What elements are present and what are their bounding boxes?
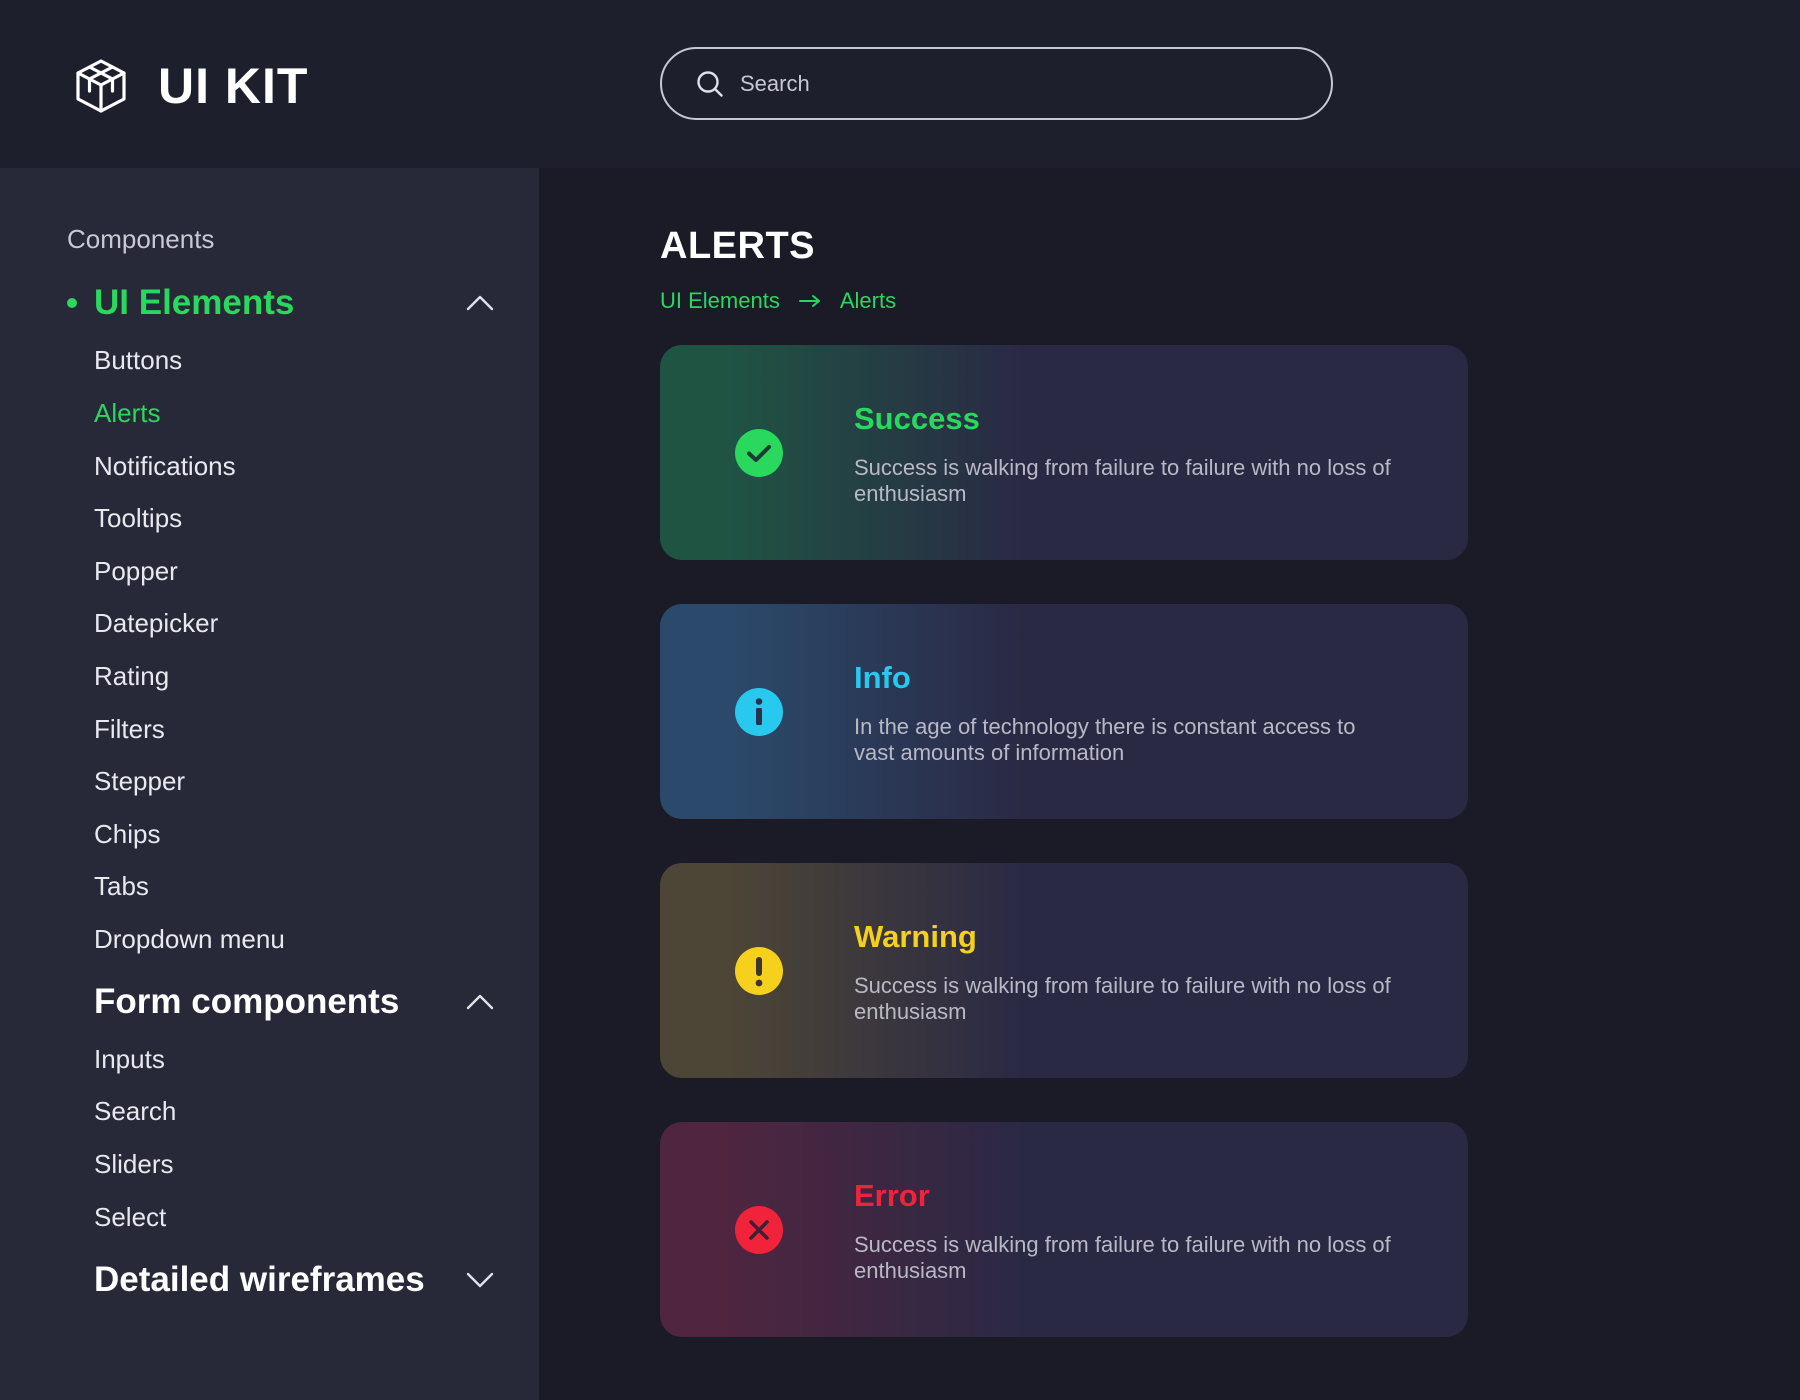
sidebar-item-select[interactable]: Select [94,1199,166,1235]
sidebar-group-detailed-wireframes[interactable]: Detailed wireframes [94,1255,494,1305]
chevron-up-icon[interactable] [466,294,494,312]
alert-info: Info In the age of technology there is c… [660,604,1468,819]
breadcrumb-current-alerts[interactable]: Alerts [840,288,896,314]
sidebar-group-label: Form components [94,982,400,1021]
sidebar-item-dropdown-menu[interactable]: Dropdown menu [94,921,285,957]
logo-text: UI KIT [158,58,309,114]
alert-message: In the age of technology there is consta… [854,714,1356,765]
alert-error: Error Success is walking from failure to… [660,1122,1468,1337]
alert-warning: Warning Success is walking from failure … [660,863,1468,1078]
sidebar-item-chips[interactable]: Chips [94,816,160,852]
sidebar-group-label: Detailed wireframes [94,1260,425,1299]
sidebar-item-popper[interactable]: Popper [94,553,178,589]
check-circle-icon [735,429,783,477]
sidebar-item-buttons[interactable]: Buttons [94,342,182,378]
app-logo[interactable]: UI KIT [74,56,308,116]
alert-title: Info [854,660,911,695]
alert-message: Success is walking from failure to failu… [854,455,1391,506]
sidebar-item-inputs[interactable]: Inputs [94,1041,165,1077]
breadcrumb: UI Elements Alerts [660,288,896,314]
search-input[interactable] [740,70,1300,97]
cube-icon [76,59,126,113]
sidebar-item-alerts[interactable]: Alerts [94,395,160,431]
alert-title: Error [854,1178,930,1213]
alert-title: Warning [854,919,977,954]
page-title: ALERTS [660,225,815,267]
alert-message: Success is walking from failure to failu… [854,1232,1391,1283]
sidebar-group-label: UI Elements [94,283,295,322]
info-circle-icon [735,688,783,736]
chevron-up-icon[interactable] [466,993,494,1011]
breadcrumb-link-ui-elements[interactable]: UI Elements [660,288,780,314]
sidebar-item-search[interactable]: Search [94,1093,176,1129]
sidebar-item-sliders[interactable]: Sliders [94,1146,173,1182]
alert-message: Success is walking from failure to failu… [854,973,1391,1024]
sidebar-item-datepicker[interactable]: Datepicker [94,605,218,641]
sidebar-section-title: Components [67,224,215,254]
alert-title: Success [854,401,980,436]
arrow-right-icon [798,295,820,307]
search-bar[interactable] [660,47,1333,120]
chevron-down-icon[interactable] [466,1271,494,1289]
top-header: UI KIT [0,0,1800,168]
search-icon [697,70,723,97]
active-dot [67,298,77,308]
sidebar-item-notifications[interactable]: Notifications [94,448,236,484]
x-circle-icon [735,1206,783,1254]
sidebar-item-filters[interactable]: Filters [94,711,165,747]
sidebar-nav: Components UI Elements Buttons Alerts No… [0,168,539,1400]
sidebar-group-ui-elements[interactable]: UI Elements [67,278,494,328]
sidebar-item-tabs[interactable]: Tabs [94,868,149,904]
sidebar-item-stepper[interactable]: Stepper [94,763,185,799]
sidebar-item-rating[interactable]: Rating [94,658,169,694]
alert-success: Success Success is walking from failure … [660,345,1468,560]
main-content: ALERTS UI Elements Alerts Success Succes… [539,168,1800,1400]
sidebar-group-form-components[interactable]: Form components [94,977,494,1027]
exclamation-circle-icon [735,947,783,995]
sidebar-item-tooltips[interactable]: Tooltips [94,500,182,536]
